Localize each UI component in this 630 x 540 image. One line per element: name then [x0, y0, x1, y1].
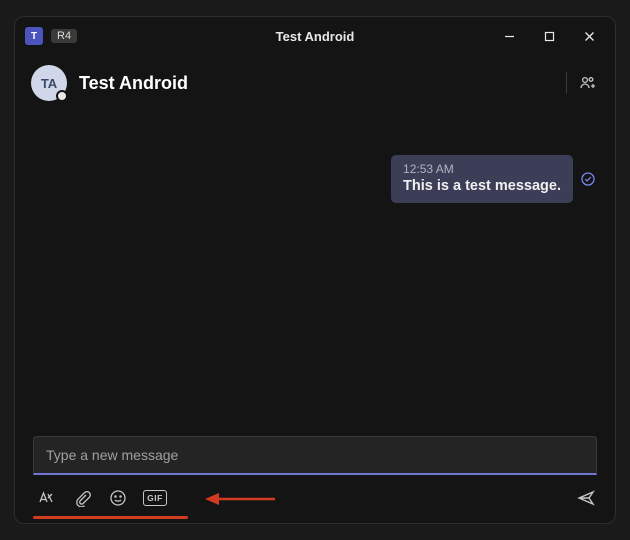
message-item[interactable]: 12:53 AM This is a test message. [391, 155, 595, 203]
avatar-initials: TA [41, 76, 57, 91]
teams-logo-icon: T [25, 27, 43, 45]
compose-area [15, 428, 615, 479]
compose-toolbar: GIF [15, 479, 615, 523]
annotation-arrow-icon [205, 489, 275, 509]
minimize-button[interactable] [489, 20, 529, 52]
chat-header: TA Test Android [15, 55, 615, 115]
gif-button[interactable]: GIF [143, 490, 167, 506]
message-bubble: 12:53 AM This is a test message. [391, 155, 573, 203]
read-receipt-icon [581, 172, 595, 186]
titlebar: T R4 Test Android [15, 17, 615, 55]
message-text: This is a test message. [403, 178, 561, 194]
chat-title: Test Android [79, 73, 188, 94]
chat-window: T R4 Test Android TA Test Android [14, 16, 616, 524]
message-list: 12:53 AM This is a test message. [15, 115, 615, 428]
maximize-button[interactable] [529, 20, 569, 52]
annotation-underline [33, 516, 188, 519]
emoji-button[interactable] [107, 487, 129, 509]
separator [566, 72, 567, 94]
add-people-button[interactable] [577, 72, 599, 94]
format-button[interactable] [35, 487, 57, 509]
message-input[interactable] [33, 436, 597, 475]
message-time: 12:53 AM [403, 162, 561, 176]
badge: R4 [51, 29, 77, 43]
close-button[interactable] [569, 20, 609, 52]
avatar[interactable]: TA [31, 65, 67, 101]
send-button[interactable] [575, 487, 597, 509]
presence-indicator-icon [56, 90, 68, 102]
attach-button[interactable] [71, 487, 93, 509]
